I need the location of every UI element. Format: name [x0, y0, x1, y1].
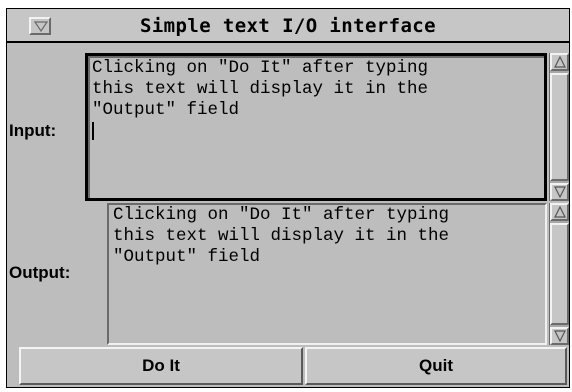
window-title: Simple text I/O interface	[140, 15, 436, 37]
output-scroll-up-button[interactable]	[550, 203, 569, 221]
title-bar[interactable]: Simple text I/O interface	[7, 9, 569, 43]
scroll-up-arrow-icon	[554, 56, 566, 68]
input-text: Clicking on "Do It" after typing this te…	[92, 58, 429, 120]
output-scroll-down-button[interactable]	[550, 327, 569, 345]
output-scroll-thumb[interactable]	[550, 223, 569, 325]
output-scrollbar[interactable]	[549, 203, 569, 345]
input-scroll-up-button[interactable]	[550, 53, 569, 71]
input-textarea[interactable]: Clicking on "Do It" after typing this te…	[85, 53, 547, 201]
quit-button[interactable]: Quit	[305, 347, 567, 385]
scroll-up-arrow-icon	[554, 206, 566, 218]
scroll-down-arrow-icon	[554, 186, 566, 198]
input-scroll-thumb[interactable]	[550, 73, 569, 181]
output-label: Output:	[9, 263, 71, 282]
output-textarea[interactable]: Clicking on "Do It" after typing this te…	[107, 203, 547, 345]
scroll-down-arrow-icon	[554, 330, 566, 342]
input-label: Input:	[9, 121, 57, 140]
application-window: Simple text I/O interface Input: Clickin…	[6, 8, 570, 388]
text-cursor	[92, 122, 94, 140]
input-scrollbar[interactable]	[549, 53, 569, 201]
do-it-button[interactable]: Do It	[19, 347, 303, 385]
input-scroll-down-button[interactable]	[550, 183, 569, 201]
output-text: Clicking on "Do It" after typing this te…	[113, 205, 450, 267]
